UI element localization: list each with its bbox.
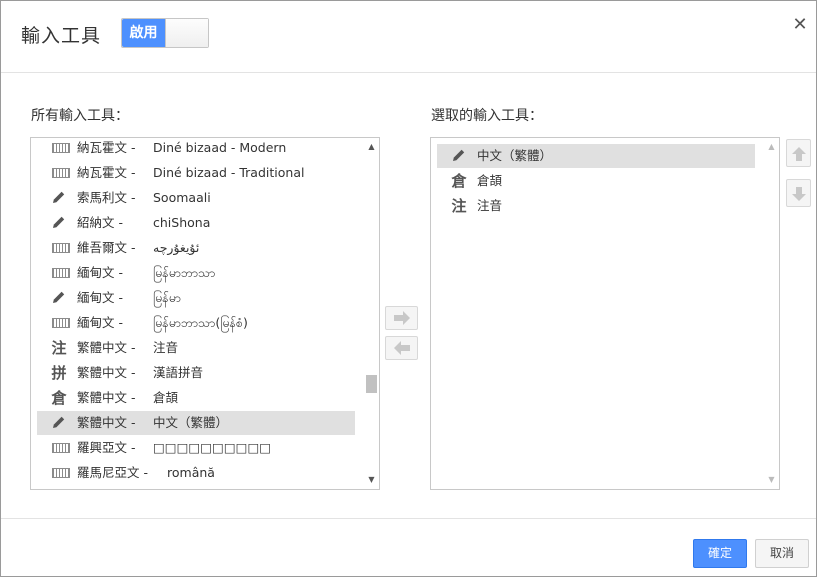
zhuyin-icon: 注 (51, 339, 67, 357)
list-item-name: □□□□□□□□□□ (153, 440, 272, 455)
list-item-name: chiShona (153, 215, 211, 230)
enable-toggle-label: 啟用 (122, 19, 165, 47)
all-tools-list-item[interactable]: 紹納文 - chiShona (37, 211, 355, 235)
scroll-thumb[interactable] (366, 375, 377, 393)
list-item-language: 緬甸文 - (77, 290, 123, 305)
all-tools-list-item[interactable]: 注繁體中文 - 注音 (37, 336, 355, 360)
list-item-language: 紹納文 - (77, 215, 123, 230)
all-tools-list-item[interactable]: 維吾爾文 - ئۇيغۇرچە (37, 236, 355, 260)
arrow-right-icon (394, 311, 410, 325)
list-item-language: 繁體中文 - (77, 365, 136, 380)
list-item-name: 倉頡 (153, 390, 179, 405)
list-item-language: 緬甸文 - (77, 315, 123, 330)
arrow-left-icon (394, 341, 410, 355)
all-tools-list[interactable]: 納瓦霍文 - Diné bizaad - Modern 納瓦霍文 - Diné biz… (30, 137, 380, 490)
remove-tool-button[interactable] (385, 336, 418, 360)
all-tools-list-item[interactable]: 拼繁體中文 - 漢語拼音 (37, 361, 355, 385)
scroll-up-arrow-icon[interactable]: ▲ (764, 140, 779, 154)
footer-divider (1, 518, 816, 519)
dialog-header: 輸入工具 啟用 ✕ (1, 1, 816, 73)
cangjie-icon: 倉 (451, 172, 467, 190)
list-item-name: 中文（繁體） (153, 415, 229, 430)
cancel-button[interactable]: 取消 (755, 539, 809, 568)
list-item-name: 注音 (477, 198, 503, 213)
pinyin-icon: 拼 (51, 364, 67, 382)
list-item-name: 中文（繁體） (477, 148, 553, 163)
all-tools-list-item[interactable]: 緬甸文 - မြန်မာဘာသာ(မြန်စံ) (37, 311, 355, 335)
keyboard-icon (49, 461, 70, 485)
zhuyin-icon: 注 (451, 197, 467, 215)
cangjie-icon: 倉 (51, 389, 67, 407)
arrow-up-icon (792, 147, 806, 161)
all-tools-list-item[interactable]: 繁體中文 - 中文（繁體） (37, 411, 355, 435)
list-item-name: Diné bizaad - Modern (153, 140, 287, 155)
dialog-title: 輸入工具 (21, 25, 102, 47)
list-item-name: မြန်မာဘာသာ(မြန်စံ) (153, 315, 248, 330)
list-item-name: ئۇيغۇرچە (153, 240, 200, 255)
arrow-down-icon (792, 187, 806, 201)
list-item-language: 羅興亞文 - (77, 440, 136, 455)
list-item-language: 維吾爾文 - (77, 240, 136, 255)
list-item-language: 繁體中文 - (77, 390, 136, 405)
all-tools-label: 所有輸入工具： (31, 108, 129, 124)
list-item-name: 漢語拼音 (153, 365, 204, 380)
list-item-language: 索馬利文 - (77, 190, 136, 205)
all-tools-list-item[interactable]: 緬甸文 - မြန်မာဘာသာ (37, 261, 355, 285)
all-tools-list-item[interactable]: 倉繁體中文 - 倉頡 (37, 386, 355, 410)
list-item-language: 納瓦霍文 - (77, 140, 136, 155)
selected-tools-list-item[interactable]: 倉倉頡 (437, 169, 755, 193)
input-tools-dialog: 輸入工具 啟用 ✕ 所有輸入工具： 選取的輸入工具： 納瓦霍文 - Diné bi… (0, 0, 817, 577)
pencil-icon (49, 411, 69, 435)
all-tools-scrollbar[interactable]: ▲ ▼ (364, 138, 379, 489)
enable-toggle[interactable]: 啟用 (121, 18, 209, 48)
move-up-button[interactable] (786, 139, 811, 167)
scroll-down-arrow-icon[interactable]: ▼ (364, 473, 379, 487)
ok-button[interactable]: 確定 (693, 539, 747, 568)
keyboard-icon (49, 436, 70, 460)
list-item-name: Soomaali (153, 190, 211, 205)
selected-tools-list-item[interactable]: 中文（繁體） (437, 144, 755, 168)
list-item-name: မြန်မာဘာသာ (153, 265, 216, 280)
all-tools-list-item[interactable]: 納瓦霍文 - Diné bizaad - Modern (37, 138, 355, 160)
all-tools-list-item[interactable]: 納瓦霍文 - Diné bizaad - Traditional (37, 161, 355, 185)
pencil-icon (449, 144, 469, 168)
toggle-knob (165, 19, 208, 47)
all-tools-list-item[interactable]: 索馬利文 - Soomaali (37, 186, 355, 210)
scroll-down-arrow-icon[interactable]: ▼ (764, 473, 779, 487)
list-item-name: 倉頡 (477, 173, 503, 188)
keyboard-icon (49, 236, 70, 260)
close-icon[interactable]: ✕ (790, 15, 810, 35)
list-item-language: 繁體中文 - (77, 340, 136, 355)
selected-tools-list-item[interactable]: 注注音 (437, 194, 755, 218)
keyboard-icon (49, 138, 70, 160)
list-item-name: Diné bizaad - Traditional (153, 165, 305, 180)
add-tool-button[interactable] (385, 306, 418, 330)
all-tools-list-item[interactable]: 羅馬尼亞文 - română (37, 461, 355, 485)
pencil-icon (49, 186, 69, 210)
list-item-language: 納瓦霍文 - (77, 165, 136, 180)
selected-tools-label: 選取的輸入工具： (431, 108, 543, 124)
selected-tools-scrollbar[interactable]: ▲ ▼ (764, 138, 779, 489)
all-tools-list-item[interactable]: 羅興亞文 - □□□□□□□□□□ (37, 436, 355, 460)
pencil-icon (49, 286, 69, 310)
keyboard-icon (49, 261, 70, 285)
scroll-up-arrow-icon[interactable]: ▲ (364, 140, 379, 154)
pencil-icon (49, 211, 69, 235)
list-item-language: 緬甸文 - (77, 265, 123, 280)
keyboard-icon (49, 311, 70, 335)
list-item-name: မြန်မာ (153, 290, 181, 305)
move-down-button[interactable] (786, 179, 811, 207)
list-item-name: română (167, 465, 215, 480)
list-item-name: 注音 (153, 340, 179, 355)
list-item-language: 羅馬尼亞文 - (77, 465, 148, 480)
selected-tools-list[interactable]: 中文（繁體）倉倉頡注注音 ▲ ▼ (430, 137, 780, 490)
keyboard-icon (49, 161, 70, 185)
list-item-language: 繁體中文 - (77, 415, 136, 430)
all-tools-list-item[interactable]: 緬甸文 - မြန်မာ (37, 286, 355, 310)
